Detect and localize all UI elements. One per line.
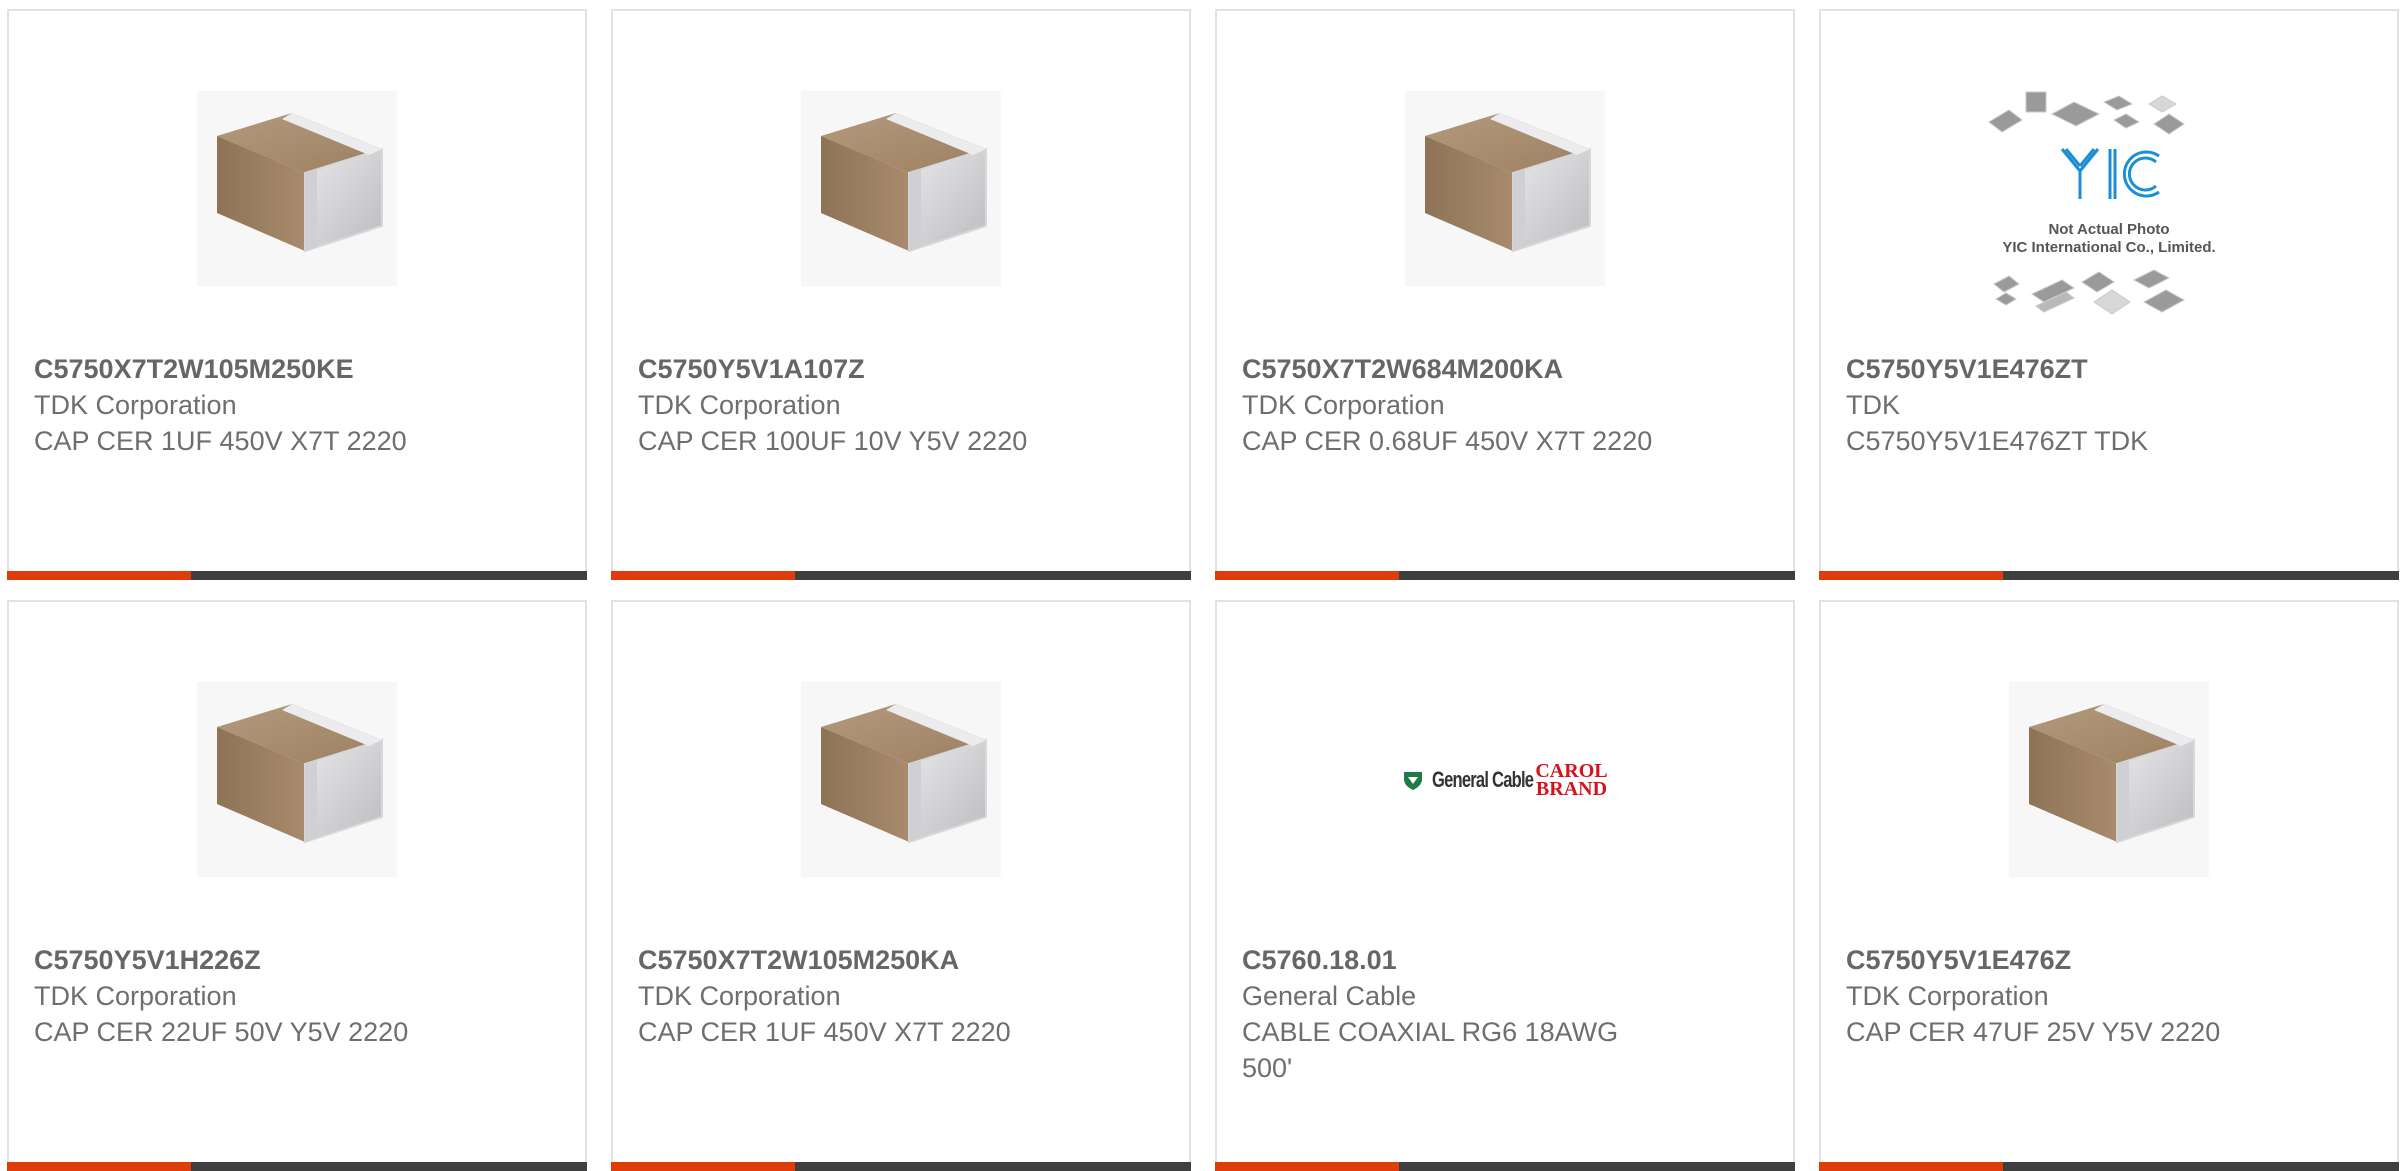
card-bottom-bar <box>611 571 1191 580</box>
card-accent-bar <box>1819 571 2003 580</box>
card-accent-bar <box>611 571 795 580</box>
part-number[interactable]: C5750Y5V1A107Z <box>638 351 1058 387</box>
part-number[interactable]: C5750X7T2W105M250KE <box>34 351 454 387</box>
part-number[interactable]: C5750X7T2W684M200KA <box>1242 351 1662 387</box>
manufacturer: TDK Corporation <box>34 390 237 420</box>
product-image[interactable]: Not Actual Photo YIC International Co., … <box>1821 91 2397 315</box>
product-info: C5750Y5V1E476ZT TDK C5750Y5V1E476ZT TDK <box>1846 351 2266 459</box>
product-image[interactable] <box>1217 81 1793 296</box>
manufacturer: TDK Corporation <box>638 981 841 1011</box>
ceramic-capacitor-icon <box>1405 91 1605 286</box>
description: CAP CER 22UF 50V Y5V 2220 <box>34 1017 409 1047</box>
carol-wordmark: CAROL <box>1535 759 1608 782</box>
manufacturer: TDK Corporation <box>1846 981 2049 1011</box>
brand-wordmark: BRAND <box>1535 777 1608 800</box>
part-number[interactable]: C5750X7T2W105M250KA <box>638 942 1058 978</box>
yic-placeholder-logo: Not Actual Photo YIC International Co., … <box>1988 91 2216 315</box>
product-info: C5760.18.01 General Cable CABLE COAXIAL … <box>1242 942 1662 1086</box>
ceramic-capacitor-icon <box>801 682 1001 877</box>
general-cable-wordmark: General Cable <box>1432 766 1534 792</box>
description: CABLE COAXIAL RG6 18AWG 500' <box>1242 1017 1619 1083</box>
yic-caption-2: YIC International Co., Limited. <box>2002 239 2215 256</box>
part-number[interactable]: C5750Y5V1E476ZT <box>1846 351 2266 387</box>
carol-brand-mark: CAROL BRAND <box>1535 759 1608 800</box>
manufacturer: TDK <box>1846 390 1900 420</box>
general-cable-carol-logo: General Cable CAROL BRAND <box>1402 759 1608 800</box>
manufacturer: General Cable <box>1242 981 1417 1011</box>
description: C5750Y5V1E476ZT TDK <box>1846 426 2149 456</box>
product-info: C5750X7T2W105M250KA TDK Corporation CAP … <box>638 942 1058 1050</box>
product-info: C5750Y5V1E476Z TDK Corporation CAP CER 4… <box>1846 942 2266 1050</box>
card-bottom-bar <box>1215 571 1795 580</box>
manufacturer: TDK Corporation <box>34 981 237 1011</box>
ceramic-capacitor-icon <box>197 91 397 286</box>
card-accent-bar <box>1215 571 1399 580</box>
yic-caption-1: Not Actual Photo <box>2048 221 2169 238</box>
product-info: C5750Y5V1A107Z TDK Corporation CAP CER 1… <box>638 351 1058 459</box>
ceramic-capacitor-icon <box>801 91 1001 286</box>
part-number[interactable]: C5750Y5V1H226Z <box>34 942 454 978</box>
product-image[interactable] <box>613 672 1189 887</box>
product-card[interactable]: C5750Y5V1E476Z TDK Corporation CAP CER 4… <box>1819 600 2399 1171</box>
product-info: C5750Y5V1H226Z TDK Corporation CAP CER 2… <box>34 942 454 1050</box>
product-card[interactable]: General Cable CAROL BRAND C5760.18.01 Ge… <box>1215 600 1795 1171</box>
description: CAP CER 1UF 450V X7T 2220 <box>34 426 407 456</box>
product-card[interactable]: C5750Y5V1A107Z TDK Corporation CAP CER 1… <box>611 9 1191 580</box>
product-image[interactable] <box>9 81 585 296</box>
product-card[interactable]: C5750Y5V1H226Z TDK Corporation CAP CER 2… <box>7 600 587 1171</box>
product-image[interactable] <box>1821 672 2397 887</box>
manufacturer: TDK Corporation <box>1242 390 1445 420</box>
product-image[interactable] <box>9 672 585 887</box>
card-accent-bar <box>7 571 191 580</box>
product-grid: C5750X7T2W105M250KE TDK Corporation CAP … <box>7 9 2399 1171</box>
description: CAP CER 47UF 25V Y5V 2220 <box>1846 1017 2221 1047</box>
product-image[interactable]: General Cable CAROL BRAND <box>1217 672 1793 887</box>
product-info: C5750X7T2W684M200KA TDK Corporation CAP … <box>1242 351 1662 459</box>
product-card[interactable]: C5750X7T2W105M250KA TDK Corporation CAP … <box>611 600 1191 1171</box>
general-cable-shield-icon <box>1404 771 1423 790</box>
manufacturer: TDK Corporation <box>638 390 841 420</box>
description: CAP CER 1UF 450V X7T 2220 <box>638 1017 1011 1047</box>
ceramic-capacitor-icon <box>197 682 397 877</box>
part-number[interactable]: C5760.18.01 <box>1242 942 1662 978</box>
ceramic-capacitor-icon <box>2009 682 2209 877</box>
card-bottom-bar <box>1819 571 2399 580</box>
product-card[interactable]: Not Actual Photo YIC International Co., … <box>1819 9 2399 580</box>
description: CAP CER 100UF 10V Y5V 2220 <box>638 426 1028 456</box>
product-image[interactable] <box>613 81 1189 296</box>
product-info: C5750X7T2W105M250KE TDK Corporation CAP … <box>34 351 454 459</box>
product-card[interactable]: C5750X7T2W684M200KA TDK Corporation CAP … <box>1215 9 1795 580</box>
part-number[interactable]: C5750Y5V1E476Z <box>1846 942 2266 978</box>
product-card[interactable]: C5750X7T2W105M250KE TDK Corporation CAP … <box>7 9 587 580</box>
card-bottom-bar <box>7 571 587 580</box>
description: CAP CER 0.68UF 450V X7T 2220 <box>1242 426 1653 456</box>
